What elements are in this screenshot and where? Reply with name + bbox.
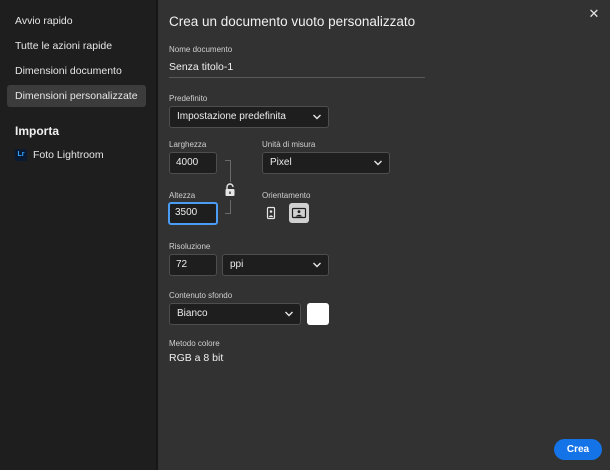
sidebar-item-all-quick-actions[interactable]: Tutte le azioni rapide [7,35,146,57]
sidebar-item-quick-start[interactable]: Avvio rapido [7,10,146,32]
lock-icon[interactable] [224,183,236,197]
dialog-title: Crea un documento vuoto personalizzato [169,14,416,29]
link-bracket-bottom [225,200,231,214]
background-value: Bianco [177,308,208,319]
sidebar-item-lightroom-photos[interactable]: Lr Foto Lightroom [15,146,104,164]
chevron-down-icon [313,262,321,268]
landscape-button[interactable] [289,203,309,223]
chevron-down-icon [374,160,382,166]
sidebar-divider [156,0,158,470]
unit-label: Unità di misura [262,140,316,149]
resolution-unit-select[interactable]: ppi [222,254,329,276]
link-bracket-top [225,160,231,182]
background-select[interactable]: Bianco [169,303,301,325]
sidebar-item-custom-sizes[interactable]: Dimensioni personalizzate [7,85,146,107]
background-label: Contenuto sfondo [169,291,233,300]
lightroom-label: Foto Lightroom [33,149,104,161]
preset-label: Predefinito [169,94,208,103]
color-mode-label: Metodo colore [169,339,220,348]
create-button[interactable]: Crea [554,439,602,460]
resolution-unit-value: ppi [230,259,244,270]
landscape-icon [291,207,307,219]
unit-value: Pixel [270,157,292,168]
chevron-down-icon [313,114,321,120]
lightroom-icon: Lr [15,149,27,161]
sidebar-item-document-sizes[interactable]: Dimensioni documento [7,60,146,82]
import-section-title: Importa [15,124,60,138]
doc-name-input[interactable]: Senza titolo-1 [169,61,425,78]
orientation-label: Orientamento [262,191,311,200]
background-color-swatch[interactable] [307,303,329,325]
chevron-down-icon [285,311,293,317]
sidebar: Avvio rapido Tutte le azioni rapide Dime… [0,0,156,470]
width-label: Larghezza [169,140,207,149]
portrait-icon[interactable] [265,206,277,220]
height-input[interactable]: 3500 [168,202,218,225]
unit-select[interactable]: Pixel [262,152,390,174]
width-input[interactable]: 4000 [169,152,217,174]
doc-name-label: Nome documento [169,45,233,54]
height-label: Altezza [169,191,196,200]
close-icon[interactable]: ✕ [586,6,602,22]
preset-value: Impostazione predefinita [177,111,286,122]
resolution-input[interactable]: 72 [169,254,217,276]
resolution-label: Risoluzione [169,242,211,251]
preset-select[interactable]: Impostazione predefinita [169,106,329,128]
color-mode-value: RGB a 8 bit [169,352,224,364]
